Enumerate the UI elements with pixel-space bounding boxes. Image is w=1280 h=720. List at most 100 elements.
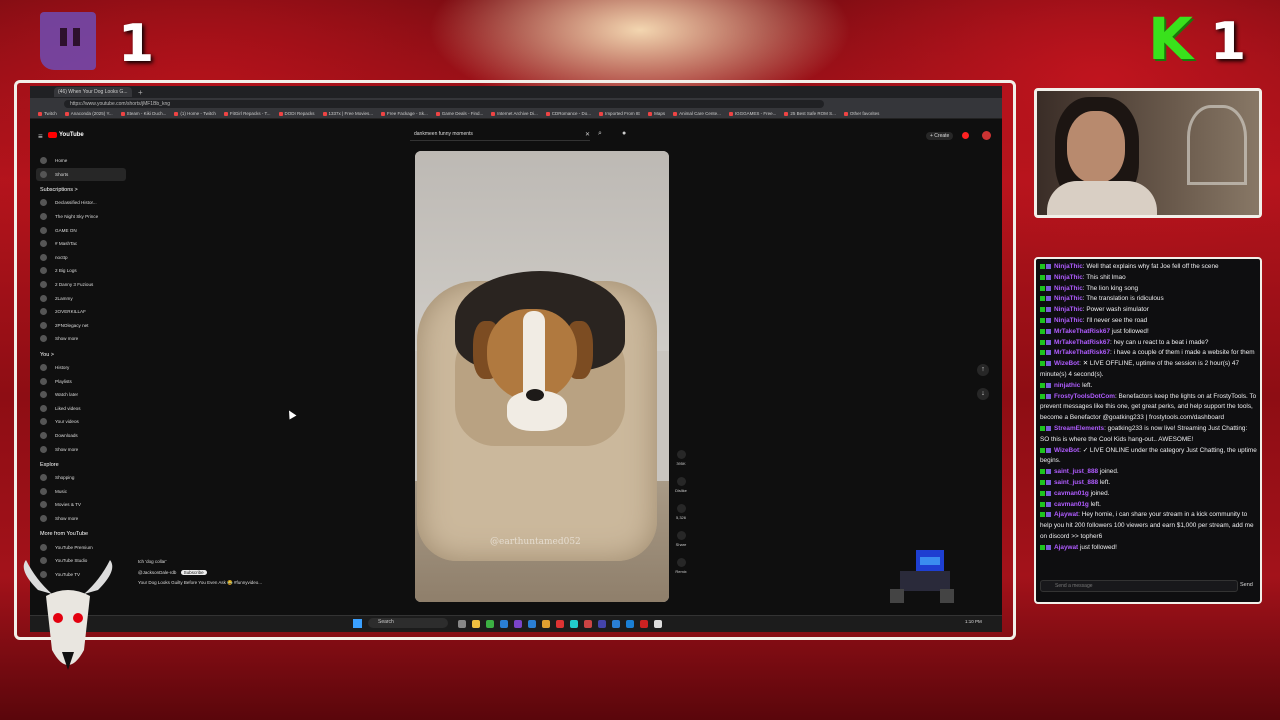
bookmark-item[interactable]: CDRomance - Do... [546,111,591,116]
sidebar-item-nav-home[interactable]: Home [36,154,126,168]
sidebar-item-sub-declassified-histor[interactable]: Declassified Histor... [36,196,126,210]
chat-username[interactable]: WizeBot [1054,447,1079,454]
sidebar-item-sub-2overkillaf[interactable]: 2OVERKILLAF [36,305,126,319]
youtube-logo[interactable]: YouTube [48,132,84,138]
file-explorer-icon[interactable] [472,620,480,628]
app-icon-red-2[interactable] [584,620,592,628]
search-chip[interactable]: tch 'dog collar' [138,559,262,564]
action-share[interactable]: Share [674,531,688,558]
chat-username[interactable]: NinjaThic [1054,317,1083,324]
menu-icon[interactable]: ≡ [38,132,43,141]
like-icon[interactable] [676,450,686,459]
comment-icon[interactable] [676,504,686,513]
sidebar-item-sub-2pnolegacy-net[interactable]: 2PNOlegacy net [36,319,126,333]
bookmark-item[interactable]: 25 Best Safe ROM S... [784,111,836,116]
mic-icon[interactable]: ● [622,130,626,137]
bookmark-item[interactable]: FitGirl Repacks - T... [224,111,271,116]
app-icon-blue-2[interactable] [626,620,634,628]
search-icon[interactable]: ⌕ [598,130,602,138]
app-icon-red[interactable] [556,620,564,628]
chat-username[interactable]: NinjaThic [1054,263,1083,270]
chat-username[interactable]: cavman01g [1054,490,1089,497]
video-title[interactable]: Your Dog Looks Guilty Before You Even As… [138,580,262,586]
url-field[interactable]: https://www.youtube.com/shorts/jMF1Bb_kn… [64,99,824,108]
next-short-icon[interactable]: ↓ [977,388,989,400]
bookmark-item[interactable]: (1) Home - Twitch [174,111,215,116]
sidebar-item-you-downloads[interactable]: Downloads [36,429,126,443]
bookmark-item[interactable]: Internet Archive Di... [491,111,538,116]
action-dislike[interactable]: Dislike [674,477,688,504]
sidebar-item-you-playlists[interactable]: Playlists [36,374,126,388]
action-remix[interactable]: Remix [674,558,688,585]
sidebar-item-sub-2-big-logs[interactable]: 2 Big Logs [36,264,126,278]
bookmark-item[interactable]: Game Deals - Find... [436,111,484,116]
chat-username[interactable]: NinjaThic [1054,274,1083,281]
app-icon-teal[interactable] [570,620,578,628]
chat-username[interactable]: StreamElements [1054,425,1104,432]
sidebar-item-sub-game-on[interactable]: GAME ON [36,223,126,237]
bookmark-item[interactable]: 1337x | Free Movies... [323,111,373,116]
notifications-icon[interactable] [962,132,969,139]
chrome-icon[interactable] [612,620,620,628]
bookmark-item[interactable]: Maps [648,111,665,116]
chat-username[interactable]: MrTakeThatRisk67 [1054,328,1110,335]
sidebar-section-header[interactable]: More from YouTube [40,531,126,537]
channel-name[interactable]: @JacksonDale-rdb [138,570,176,575]
sidebar-item-sub-mashtac[interactable]: # MashTac [36,237,126,251]
previous-short-icon[interactable]: ↑ [977,364,989,376]
share-icon[interactable] [676,531,686,540]
bookmark-item[interactable]: Animal Care Cente... [673,111,721,116]
xbox-icon[interactable] [486,620,494,628]
app-icon-blue[interactable] [598,620,606,628]
edge-icon[interactable] [500,620,508,628]
chat-username[interactable]: Ajaywat [1054,544,1078,551]
sidebar-item-you-history[interactable]: History [36,361,126,375]
sidebar-item-explore-movies-tv[interactable]: Movies & TV [36,498,126,512]
bookmark-item[interactable]: Other favorites [844,111,880,116]
sidebar-section-header[interactable]: You > [40,352,126,358]
remix-icon[interactable] [676,558,686,567]
chat-username[interactable]: MrTakeThatRisk67 [1054,339,1110,346]
store-icon[interactable] [528,620,536,628]
app-icon-red-3[interactable] [640,620,648,628]
create-button[interactable]: + Create [926,132,954,140]
bookmark-item[interactable]: IGGGAMES - Free... [729,111,777,116]
bookmark-item[interactable]: Anaconda (2025) Y... [65,111,113,116]
sidebar-item-sub-2lammy[interactable]: 2Lammy [36,291,126,305]
clear-search-icon[interactable]: ✕ [585,131,590,138]
bookmark-item[interactable]: Free Fackage - Sk... [381,111,428,116]
sidebar-section-header[interactable]: Subscriptions > [40,187,126,193]
dislike-icon[interactable] [676,477,686,486]
chat-username[interactable]: NinjaThic [1054,306,1083,313]
sidebar-item-you-watch-later[interactable]: Watch later [36,388,126,402]
sidebar-item-sub-the-night-sky-prince[interactable]: The Night Sky Prince [36,210,126,224]
browser-tab[interactable]: (46) When Your Dog Looks G... [54,87,132,97]
bookmark-item[interactable]: DODI Repacks [279,111,315,116]
chat-username[interactable]: saint_just_888 [1054,468,1098,475]
chat-username[interactable]: MrTakeThatRisk67 [1054,349,1110,356]
chat-username[interactable]: Ajaywat [1054,511,1078,518]
taskbar-search[interactable]: Search [368,618,448,628]
taskbar-clock[interactable]: 1:10 PM [965,619,982,624]
shorts-video-player[interactable]: @earthuntamed052 [415,151,669,602]
avatar[interactable] [982,131,991,140]
new-tab-icon[interactable]: + [138,88,143,97]
chat-input[interactable]: Send a message [1040,580,1238,592]
chat-username[interactable]: cavman01g [1054,501,1089,508]
chat-username[interactable]: ninjathic [1054,382,1080,389]
notes-icon[interactable] [654,620,662,628]
windows-start-icon[interactable] [353,619,362,628]
sidebar-item-sub-2-danny-3-fuzious[interactable]: 2 Danny 3 Fuzious [36,278,126,292]
sidebar-item-explore-shopping[interactable]: Shopping [36,471,126,485]
send-button[interactable]: Send [1240,582,1253,588]
chat-username[interactable]: WizeBot [1054,360,1079,367]
bookmark-item[interactable]: Imported From IE [599,111,640,116]
chat-username[interactable]: NinjaThic [1054,285,1083,292]
sidebar-item-you-show-more[interactable]: Show more [36,442,126,456]
folder-icon[interactable] [542,620,550,628]
subscribe-button[interactable]: Subscribe [180,570,207,575]
chat-username[interactable]: saint_just_888 [1054,479,1098,486]
sidebar-item-you-your-videos[interactable]: Your videos [36,415,126,429]
sidebar-item-nav-shorts[interactable]: Shorts [36,167,126,182]
action-comment[interactable]: 5,326 [674,504,688,531]
